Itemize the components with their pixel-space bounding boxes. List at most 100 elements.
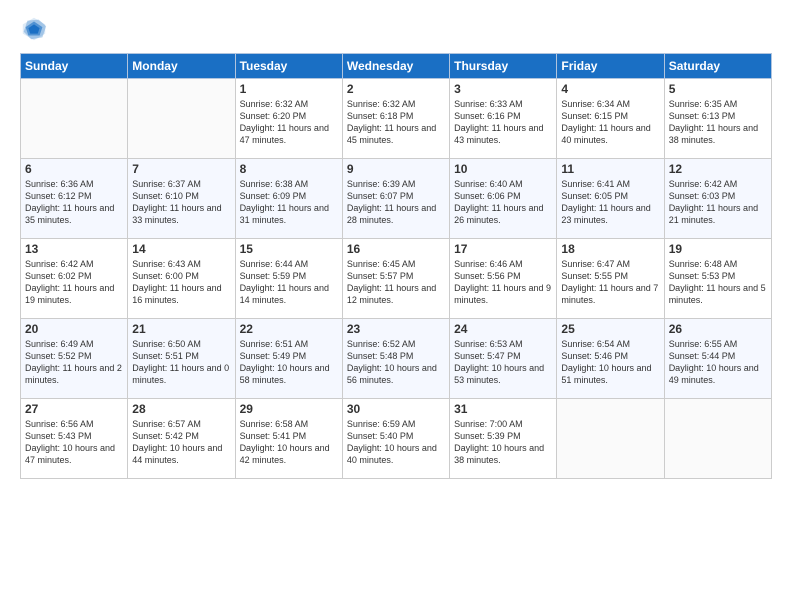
day-number: 25 — [561, 322, 659, 336]
week-row-1: 1 Sunrise: 6:32 AM Sunset: 6:20 PM Daylig… — [21, 79, 772, 159]
day-number: 16 — [347, 242, 445, 256]
calendar-cell: 19 Sunrise: 6:48 AM Sunset: 5:53 PM Dayli… — [664, 239, 771, 319]
calendar-cell: 26Sunrise: 6:55 AM Sunset: 5:44 PM Dayli… — [664, 319, 771, 399]
calendar-cell — [664, 399, 771, 479]
cell-details: Sunrise: 6:44 AM Sunset: 5:59 PM Dayligh… — [240, 258, 338, 307]
day-number: 15 — [240, 242, 338, 256]
cell-details: Sunrise: 6:47 AM Sunset: 5:55 PM Dayligh… — [561, 258, 659, 307]
calendar-cell: 6 Sunrise: 6:36 AM Sunset: 6:12 PM Daylig… — [21, 159, 128, 239]
day-number: 21 — [132, 322, 230, 336]
day-number: 10 — [454, 162, 552, 176]
calendar-cell: 31 Sunrise: 7:00 AM Sunset: 5:39 PM Dayli… — [450, 399, 557, 479]
day-number: 4 — [561, 82, 659, 96]
cell-details: Sunrise: 6:52 AM Sunset: 5:48 PM Dayligh… — [347, 338, 445, 387]
weekday-header-friday: Friday — [557, 54, 664, 79]
day-number: 6 — [25, 162, 123, 176]
week-row-3: 13 Sunrise: 6:42 AM Sunset: 6:02 PM Dayli… — [21, 239, 772, 319]
cell-details: Sunrise: 6:42 AM Sunset: 6:03 PM Dayligh… — [669, 178, 767, 227]
calendar-cell: 17Sunrise: 6:46 AM Sunset: 5:56 PM Dayli… — [450, 239, 557, 319]
day-number: 19 — [669, 242, 767, 256]
weekday-header-thursday: Thursday — [450, 54, 557, 79]
calendar-cell — [21, 79, 128, 159]
day-number: 13 — [25, 242, 123, 256]
day-number: 1 — [240, 82, 338, 96]
weekday-header-wednesday: Wednesday — [342, 54, 449, 79]
cell-details: Sunrise: 6:59 AM Sunset: 5:40 PM Dayligh… — [347, 418, 445, 467]
cell-details: Sunrise: 6:32 AM Sunset: 6:18 PM Dayligh… — [347, 98, 445, 147]
day-number: 28 — [132, 402, 230, 416]
day-number: 18 — [561, 242, 659, 256]
calendar-cell: 18 Sunrise: 6:47 AM Sunset: 5:55 PM Dayli… — [557, 239, 664, 319]
calendar-cell: 10Sunrise: 6:40 AM Sunset: 6:06 PM Dayli… — [450, 159, 557, 239]
week-row-4: 20Sunrise: 6:49 AM Sunset: 5:52 PM Dayli… — [21, 319, 772, 399]
calendar-cell: 14Sunrise: 6:43 AM Sunset: 6:00 PM Dayli… — [128, 239, 235, 319]
calendar-cell: 12 Sunrise: 6:42 AM Sunset: 6:03 PM Dayli… — [664, 159, 771, 239]
cell-details: Sunrise: 6:51 AM Sunset: 5:49 PM Dayligh… — [240, 338, 338, 387]
calendar-cell: 1 Sunrise: 6:32 AM Sunset: 6:20 PM Daylig… — [235, 79, 342, 159]
calendar-cell: 11 Sunrise: 6:41 AM Sunset: 6:05 PM Dayli… — [557, 159, 664, 239]
day-number: 5 — [669, 82, 767, 96]
cell-details: Sunrise: 6:43 AM Sunset: 6:00 PM Dayligh… — [132, 258, 230, 307]
day-number: 29 — [240, 402, 338, 416]
logo-icon — [20, 15, 48, 43]
cell-details: Sunrise: 6:46 AM Sunset: 5:56 PM Dayligh… — [454, 258, 552, 307]
cell-details: Sunrise: 6:37 AM Sunset: 6:10 PM Dayligh… — [132, 178, 230, 227]
week-row-5: 27Sunrise: 6:56 AM Sunset: 5:43 PM Dayli… — [21, 399, 772, 479]
week-row-2: 6 Sunrise: 6:36 AM Sunset: 6:12 PM Daylig… — [21, 159, 772, 239]
calendar-cell: 2 Sunrise: 6:32 AM Sunset: 6:18 PM Daylig… — [342, 79, 449, 159]
logo — [20, 15, 50, 43]
day-number: 11 — [561, 162, 659, 176]
day-number: 3 — [454, 82, 552, 96]
cell-details: Sunrise: 6:58 AM Sunset: 5:41 PM Dayligh… — [240, 418, 338, 467]
calendar-cell: 3 Sunrise: 6:33 AM Sunset: 6:16 PM Daylig… — [450, 79, 557, 159]
day-number: 8 — [240, 162, 338, 176]
calendar-cell — [557, 399, 664, 479]
cell-details: Sunrise: 6:39 AM Sunset: 6:07 PM Dayligh… — [347, 178, 445, 227]
calendar-cell: 4 Sunrise: 6:34 AM Sunset: 6:15 PM Daylig… — [557, 79, 664, 159]
weekday-header-row: SundayMondayTuesdayWednesdayThursdayFrid… — [21, 54, 772, 79]
calendar-table: SundayMondayTuesdayWednesdayThursdayFrid… — [20, 53, 772, 479]
cell-details: Sunrise: 6:32 AM Sunset: 6:20 PM Dayligh… — [240, 98, 338, 147]
calendar-cell: 5Sunrise: 6:35 AM Sunset: 6:13 PM Daylig… — [664, 79, 771, 159]
calendar-cell: 25Sunrise: 6:54 AM Sunset: 5:46 PM Dayli… — [557, 319, 664, 399]
day-number: 22 — [240, 322, 338, 336]
cell-details: Sunrise: 7:00 AM Sunset: 5:39 PM Dayligh… — [454, 418, 552, 467]
calendar-cell: 7Sunrise: 6:37 AM Sunset: 6:10 PM Daylig… — [128, 159, 235, 239]
cell-details: Sunrise: 6:33 AM Sunset: 6:16 PM Dayligh… — [454, 98, 552, 147]
page: SundayMondayTuesdayWednesdayThursdayFrid… — [0, 0, 792, 612]
cell-details: Sunrise: 6:36 AM Sunset: 6:12 PM Dayligh… — [25, 178, 123, 227]
cell-details: Sunrise: 6:53 AM Sunset: 5:47 PM Dayligh… — [454, 338, 552, 387]
cell-details: Sunrise: 6:56 AM Sunset: 5:43 PM Dayligh… — [25, 418, 123, 467]
cell-details: Sunrise: 6:38 AM Sunset: 6:09 PM Dayligh… — [240, 178, 338, 227]
calendar-cell: 22 Sunrise: 6:51 AM Sunset: 5:49 PM Dayli… — [235, 319, 342, 399]
weekday-header-tuesday: Tuesday — [235, 54, 342, 79]
calendar-cell: 24Sunrise: 6:53 AM Sunset: 5:47 PM Dayli… — [450, 319, 557, 399]
calendar-cell: 27Sunrise: 6:56 AM Sunset: 5:43 PM Dayli… — [21, 399, 128, 479]
calendar-cell: 8 Sunrise: 6:38 AM Sunset: 6:09 PM Daylig… — [235, 159, 342, 239]
cell-details: Sunrise: 6:42 AM Sunset: 6:02 PM Dayligh… — [25, 258, 123, 307]
day-number: 12 — [669, 162, 767, 176]
cell-details: Sunrise: 6:41 AM Sunset: 6:05 PM Dayligh… — [561, 178, 659, 227]
calendar-cell: 20Sunrise: 6:49 AM Sunset: 5:52 PM Dayli… — [21, 319, 128, 399]
day-number: 2 — [347, 82, 445, 96]
calendar-cell: 16Sunrise: 6:45 AM Sunset: 5:57 PM Dayli… — [342, 239, 449, 319]
cell-details: Sunrise: 6:57 AM Sunset: 5:42 PM Dayligh… — [132, 418, 230, 467]
calendar-cell: 23 Sunrise: 6:52 AM Sunset: 5:48 PM Dayli… — [342, 319, 449, 399]
day-number: 26 — [669, 322, 767, 336]
calendar-cell: 15 Sunrise: 6:44 AM Sunset: 5:59 PM Dayli… — [235, 239, 342, 319]
calendar-cell: 30 Sunrise: 6:59 AM Sunset: 5:40 PM Dayli… — [342, 399, 449, 479]
calendar-cell: 29 Sunrise: 6:58 AM Sunset: 5:41 PM Dayli… — [235, 399, 342, 479]
weekday-header-saturday: Saturday — [664, 54, 771, 79]
weekday-header-sunday: Sunday — [21, 54, 128, 79]
day-number: 23 — [347, 322, 445, 336]
cell-details: Sunrise: 6:50 AM Sunset: 5:51 PM Dayligh… — [132, 338, 230, 387]
calendar-cell — [128, 79, 235, 159]
day-number: 31 — [454, 402, 552, 416]
calendar-cell: 13 Sunrise: 6:42 AM Sunset: 6:02 PM Dayli… — [21, 239, 128, 319]
cell-details: Sunrise: 6:34 AM Sunset: 6:15 PM Dayligh… — [561, 98, 659, 147]
calendar-cell: 21 Sunrise: 6:50 AM Sunset: 5:51 PM Dayli… — [128, 319, 235, 399]
day-number: 9 — [347, 162, 445, 176]
cell-details: Sunrise: 6:48 AM Sunset: 5:53 PM Dayligh… — [669, 258, 767, 307]
calendar-cell: 28 Sunrise: 6:57 AM Sunset: 5:42 PM Dayli… — [128, 399, 235, 479]
day-number: 30 — [347, 402, 445, 416]
